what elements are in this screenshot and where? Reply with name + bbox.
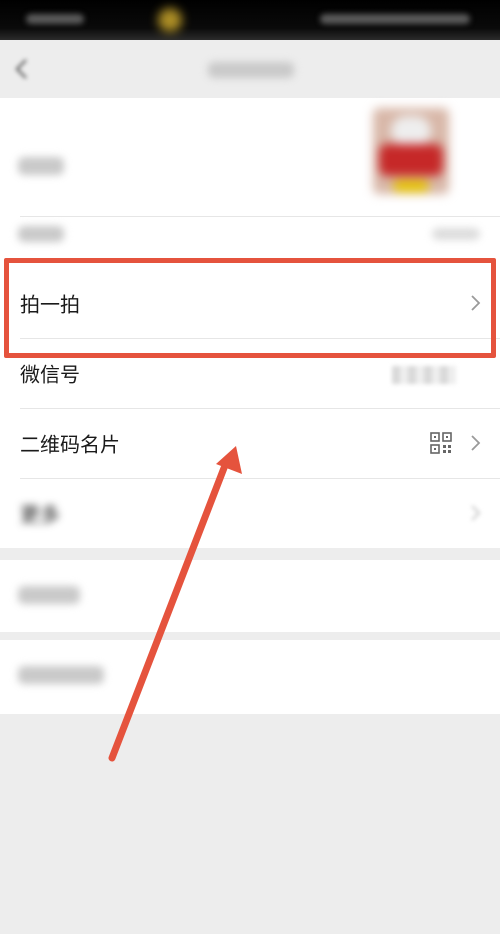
annotation-arrow-icon	[108, 446, 242, 762]
